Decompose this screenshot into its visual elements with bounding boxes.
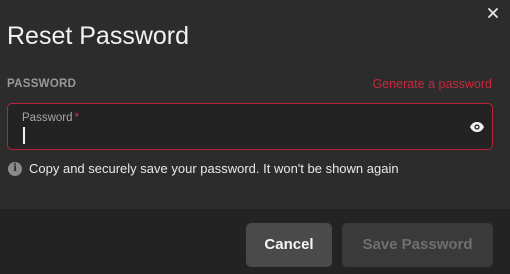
close-icon xyxy=(488,8,498,18)
password-field[interactable]: Password * xyxy=(7,103,493,150)
required-asterisk: * xyxy=(74,112,79,124)
show-password-toggle[interactable] xyxy=(469,120,485,134)
dialog-title: Reset Password xyxy=(7,22,190,50)
text-cursor xyxy=(23,127,25,144)
close-button[interactable] xyxy=(484,4,502,24)
generate-password-link[interactable]: Generate a password xyxy=(372,77,492,91)
reset-password-dialog: Reset Password PASSWORD Generate a passw… xyxy=(0,0,510,274)
info-icon: i xyxy=(8,162,22,176)
password-hint-text: Copy and securely save your password. It… xyxy=(29,161,399,176)
dialog-body: Reset Password PASSWORD Generate a passw… xyxy=(0,0,510,209)
password-field-label-text: Password xyxy=(22,112,73,124)
cancel-button[interactable]: Cancel xyxy=(246,223,332,267)
eye-icon xyxy=(470,122,484,132)
save-password-button[interactable]: Save Password xyxy=(342,223,493,267)
password-input[interactable] xyxy=(22,126,452,144)
password-field-label: Password * xyxy=(22,111,79,125)
password-section-label: PASSWORD xyxy=(7,78,77,90)
password-hint: i Copy and securely save your password. … xyxy=(8,161,399,177)
